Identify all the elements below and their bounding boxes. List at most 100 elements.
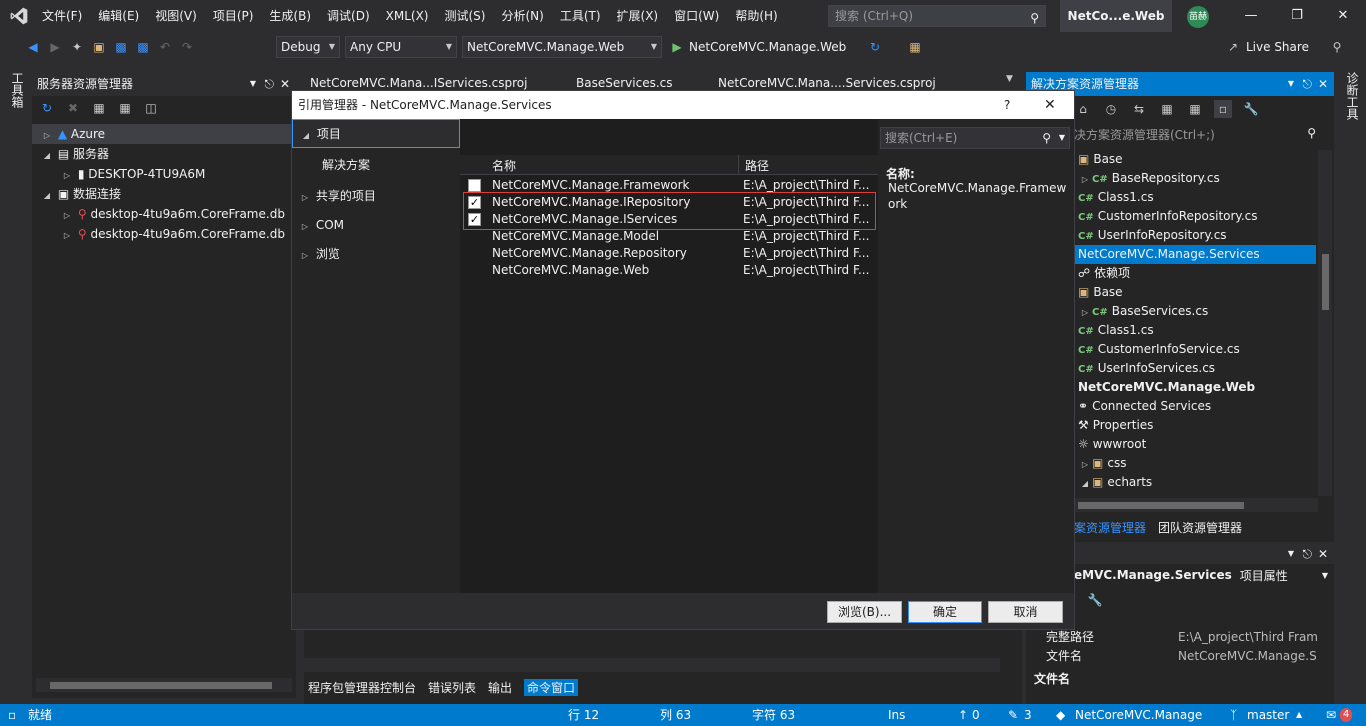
tree-item-web-project[interactable]: NetCoreMVC.Manage.Web [1074, 378, 1316, 397]
tree-item-cs-file[interactable]: C# CustomerInfoRepository.cs [1074, 207, 1316, 226]
scrollbar-thumb[interactable] [1078, 502, 1244, 509]
horizontal-scrollbar[interactable] [1074, 498, 1318, 512]
expand-icon[interactable]: ▷ [1078, 455, 1092, 474]
minimize-button[interactable]: — [1228, 0, 1274, 32]
tree-item-cs-file[interactable]: ▷ C# BaseRepository.cs [1074, 169, 1316, 188]
close-icon[interactable]: ✕ [1044, 91, 1056, 119]
close-icon[interactable]: ✕ [1318, 544, 1328, 564]
menu-debug[interactable]: 调试(D) [319, 0, 378, 32]
tree-item-services-project[interactable]: NetCoreMVC.Manage.Services [1074, 245, 1316, 264]
live-share-button[interactable]: Live Share [1246, 38, 1309, 56]
expand-icon[interactable]: ▷ [60, 206, 74, 226]
back-icon[interactable]: ◀ [24, 38, 42, 56]
reference-row[interactable]: NetCoreMVC.Manage.Web E:\A_project\Third … [460, 262, 878, 279]
platform-select[interactable]: Any CPU ▼ [345, 36, 457, 58]
run-icon[interactable]: ▶ [668, 38, 686, 56]
tab-team-explorer[interactable]: 团队资源管理器 [1158, 519, 1242, 536]
expand-icon[interactable]: ▷ [298, 212, 312, 241]
collapse-icon[interactable]: ◢ [40, 186, 54, 206]
startup-project-select[interactable]: NetCoreMVC.Manage.Web ▼ [462, 36, 662, 58]
menu-help[interactable]: 帮助(H) [727, 0, 785, 32]
repo-icon[interactable]: ◆ [1056, 704, 1065, 726]
menu-extensions[interactable]: 扩展(X) [609, 0, 667, 32]
branch-icon[interactable]: ᛉ [1230, 704, 1237, 726]
expand-icon[interactable]: ▷ [298, 183, 312, 212]
forward-icon[interactable]: ▶ [46, 38, 64, 56]
cancel-button[interactable]: 取消 [988, 601, 1063, 623]
menu-analyze[interactable]: 分析(N) [493, 0, 551, 32]
tree-item-connected-services[interactable]: ⚭ Connected Services [1074, 397, 1316, 416]
tree-item-data-connections[interactable]: ◢ ▣ 数据连接 [32, 184, 296, 204]
tree-item-cs-file[interactable]: C# UserInfoServices.cs [1074, 359, 1316, 378]
configuration-select[interactable]: Debug ▼ [276, 36, 340, 58]
restore-button[interactable]: ❐ [1274, 0, 1320, 32]
save-all-icon[interactable]: ▩ [134, 38, 152, 56]
reference-row[interactable]: NetCoreMVC.Manage.Model E:\A_project\Thir… [460, 228, 878, 245]
sync-icon[interactable]: ⇆ [1130, 100, 1148, 118]
tree-item-cs-file[interactable]: C# UserInfoRepository.cs [1074, 226, 1316, 245]
reference-search-input[interactable]: 搜索(Ctrl+E) ⚲ ▼ [880, 127, 1070, 149]
collapse-icon[interactable]: ◢ [1078, 474, 1092, 493]
tab-solution-explorer[interactable]: 案资源管理器 [1074, 519, 1146, 536]
tab-list-icon[interactable]: ▼ [1006, 74, 1013, 84]
menu-build[interactable]: 生成(B) [261, 0, 319, 32]
panel-menu-icon[interactable]: ▼ [1288, 72, 1294, 96]
arrow-up-icon[interactable]: ↑ [958, 704, 968, 726]
output-scrollbar[interactable] [304, 658, 1000, 672]
tab-error-list[interactable]: 错误列表 [428, 679, 476, 696]
menu-file[interactable]: 文件(F) [34, 0, 90, 32]
nav-browse[interactable]: ▷ 浏览 [292, 240, 460, 269]
properties-view-icon[interactable]: ▫ [1214, 100, 1232, 118]
redo-icon[interactable]: ↷ [178, 38, 196, 56]
notification-count[interactable]: 4 [1340, 708, 1353, 722]
history-icon[interactable]: ◷ [1102, 100, 1120, 118]
tab-command-window[interactable]: 命令窗口 [524, 678, 579, 696]
refresh-icon[interactable]: ↻ [38, 99, 56, 117]
tree-item-wwwroot[interactable]: ☼ wwwroot [1074, 435, 1316, 454]
feedback-icon[interactable]: ⚲ [1328, 38, 1346, 56]
status-branch[interactable]: master [1247, 704, 1289, 726]
refresh-icon[interactable]: ↻ [866, 38, 884, 56]
column-header-path[interactable]: 路径 [745, 157, 769, 174]
collapse-icon[interactable]: ◢ [40, 146, 54, 166]
diagnostics-tab[interactable]: 诊断工具 [1344, 72, 1361, 120]
column-header-name[interactable]: 名称 [492, 157, 516, 174]
stop-icon[interactable]: ✖ [64, 99, 82, 117]
connect-server-icon[interactable]: ▦ [116, 99, 134, 117]
property-row[interactable]: 完整路径 E:\A_project\Third Fram [1026, 628, 1334, 647]
menu-view[interactable]: 视图(V) [147, 0, 205, 32]
ok-button[interactable]: 确定 [908, 601, 982, 623]
menu-tools[interactable]: 工具(T) [552, 0, 609, 32]
tree-item-desktop[interactable]: ▷ ▮ DESKTOP-4TU9A6M [32, 164, 296, 184]
browse-button[interactable]: 浏览(B)... [827, 601, 902, 623]
chevron-down-icon[interactable]: ▼ [1059, 128, 1065, 148]
expand-icon[interactable]: ▷ [1078, 170, 1092, 189]
horizontal-scrollbar[interactable] [36, 678, 292, 692]
tree-item-db-connection[interactable]: ▷ ⚲ desktop-4tu9a6m.CoreFrame.db [32, 204, 296, 224]
close-window-button[interactable]: ✕ [1320, 0, 1366, 32]
azure-connect-icon[interactable]: ◫ [142, 99, 160, 117]
chevron-up-icon[interactable]: ▲ [1296, 704, 1302, 726]
vertical-scrollbar[interactable] [1318, 150, 1332, 496]
global-search-input[interactable]: 搜索 (Ctrl+Q) ⚲ [828, 5, 1046, 27]
tree-item-cs-file[interactable]: C# CustomerInfoService.cs [1074, 340, 1316, 359]
close-icon[interactable]: ✕ [280, 72, 290, 96]
nav-projects[interactable]: ◢ 项目 [292, 119, 460, 148]
status-changes-count[interactable]: 3 [1024, 704, 1032, 726]
connect-database-icon[interactable]: ▦ [90, 99, 108, 117]
save-icon[interactable]: ▩ [112, 38, 130, 56]
tree-item-cs-file[interactable]: ▷ C# BaseServices.cs [1074, 302, 1316, 321]
close-icon[interactable]: ✕ [1318, 72, 1328, 96]
tree-item-properties[interactable]: ⚒ Properties [1074, 416, 1316, 435]
help-button[interactable]: ? [1004, 91, 1010, 119]
column-divider[interactable] [738, 155, 739, 175]
tree-item-servers[interactable]: ◢ ▤ 服务器 [32, 144, 296, 164]
menu-window[interactable]: 窗口(W) [666, 0, 727, 32]
tree-item-cs-file[interactable]: C# Class1.cs [1074, 188, 1316, 207]
new-project-icon[interactable]: ✦ [68, 38, 86, 56]
tree-item-db-connection[interactable]: ▷ ⚲ desktop-4tu9a6m.CoreFrame.db [32, 224, 296, 244]
tree-item-base-folder[interactable]: ▣ Base [1074, 283, 1316, 302]
panel-menu-icon[interactable]: ▼ [1288, 544, 1294, 564]
tree-item-base-folder[interactable]: ▣ Base [1074, 150, 1316, 169]
tab-package-manager-console[interactable]: 程序包管理器控制台 [308, 679, 416, 696]
